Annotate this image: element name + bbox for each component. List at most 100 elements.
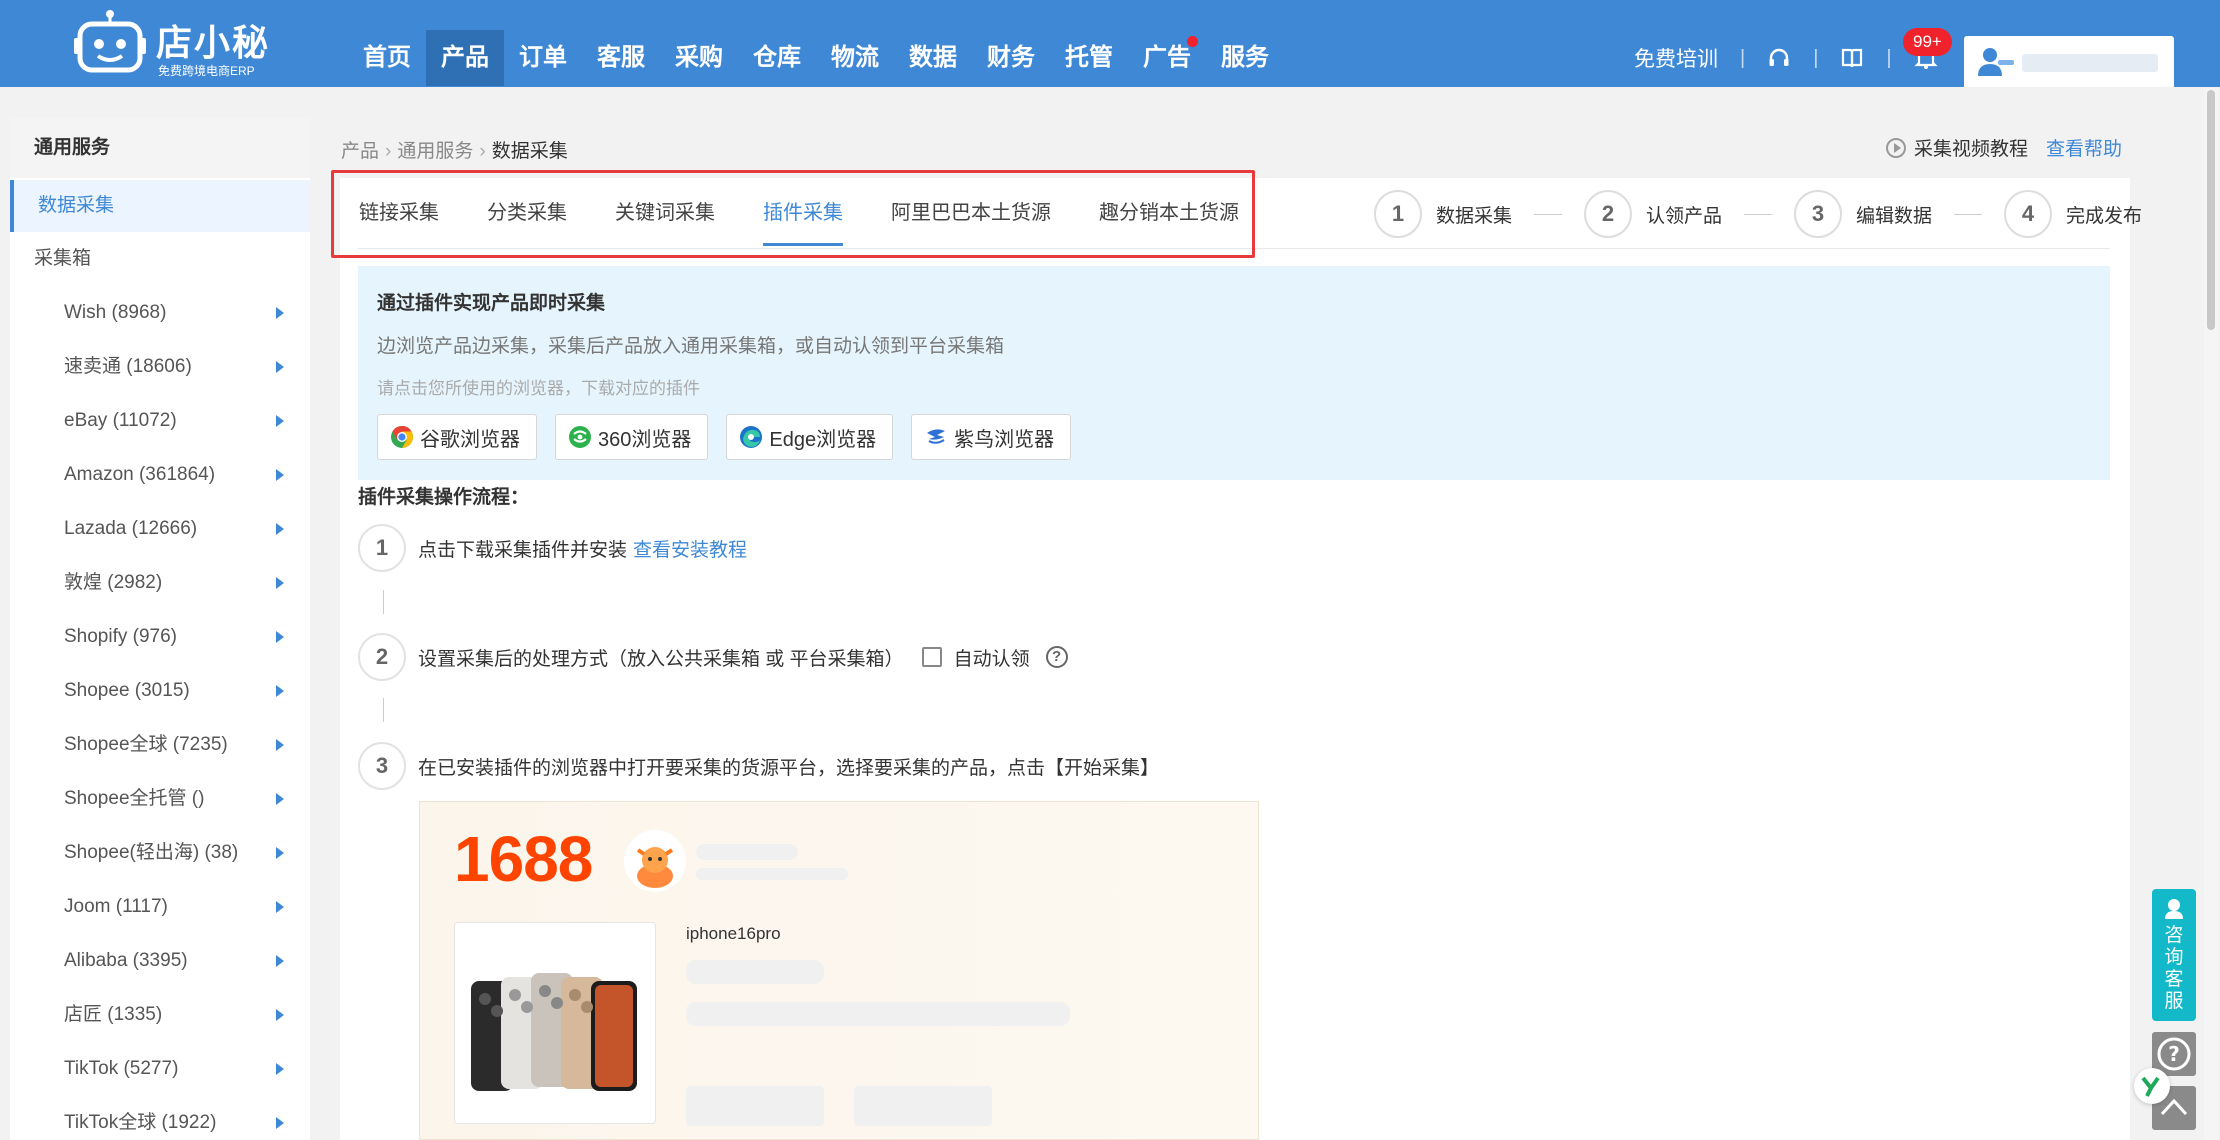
tab-keyword-collection[interactable]: 关键词采集 (615, 186, 715, 246)
step-number: 1 (358, 524, 406, 572)
sidebar-item-dhgate[interactable]: 敦煌 (2982) (10, 556, 310, 610)
sidebar-item-label: Joom (1117) (64, 896, 168, 917)
sidebar-item-amazon[interactable]: Amazon (361864) (10, 448, 310, 502)
caret-right-icon (276, 793, 284, 805)
nav-home[interactable]: 首页 (348, 30, 426, 86)
sidebar-item-label: TikTok全球 (1922) (64, 1112, 217, 1133)
brand-subtitle: 免费跨境电商ERP (158, 64, 255, 78)
nav-services[interactable]: 服务 (1206, 30, 1284, 86)
nav-customer-service[interactable]: 客服 (582, 30, 660, 86)
nav-data[interactable]: 数据 (894, 30, 972, 86)
tab-link-collection[interactable]: 链接采集 (359, 186, 439, 246)
sidebar-item-joom[interactable]: Joom (1117) (10, 880, 310, 934)
sidebar-item-shopify[interactable]: Shopify (976) (10, 610, 310, 664)
sidebar-group-collection-box[interactable]: 采集箱 (10, 232, 310, 286)
nav-finance[interactable]: 财务 (972, 30, 1050, 86)
step-label: 编辑数据 (1856, 205, 1933, 227)
edge-download-button[interactable]: Edge浏览器 (726, 414, 894, 460)
agent-icon (2165, 899, 2183, 919)
sidebar-item-lazada[interactable]: Lazada (12666) (10, 502, 310, 556)
sidebar-item-shopee-managed[interactable]: Shopee全托管 () (10, 772, 310, 826)
sidebar-item-data-collection[interactable]: 数据采集 (10, 180, 310, 232)
breadcrumb-general-services[interactable]: 通用服务 (397, 141, 473, 162)
username-redacted (2022, 54, 2158, 72)
sidebar-item-shopee-global[interactable]: Shopee全球 (7235) (10, 718, 310, 772)
tab-alibaba-local-source[interactable]: 阿里巴巴本土货源 (891, 186, 1051, 246)
tab-plugin-collection[interactable]: 插件采集 (763, 186, 843, 246)
360-download-button[interactable]: 360浏览器 (555, 414, 709, 460)
skeleton-bar (686, 1086, 824, 1126)
sidebar-item-ebay[interactable]: eBay (11072) (10, 394, 310, 448)
sidebar-item-label: 店匠 (1335) (64, 1004, 163, 1025)
breadcrumb-products[interactable]: 产品 (341, 141, 379, 162)
flow-step-text: 在已安装插件的浏览器中打开要采集的货源平台，选择要采集的产品，点击【开始采集】 (418, 757, 1160, 779)
video-tutorial-link[interactable]: 采集视频教程 (1914, 134, 2028, 161)
sidebar-item-aliexpress[interactable]: 速卖通 (18606) (10, 340, 310, 394)
step-label: 认领产品 (1646, 205, 1723, 227)
install-tutorial-link[interactable]: 查看安装教程 (633, 535, 747, 562)
auto-claim-checkbox[interactable] (921, 647, 942, 667)
step-connector (1954, 213, 1983, 215)
caret-right-icon (276, 901, 284, 913)
auto-claim-label[interactable]: 自动认领 (954, 644, 1030, 671)
phone-product-icon (471, 973, 637, 1091)
nav-products[interactable]: 产品 (426, 30, 504, 86)
sidebar-item-label: Amazon (361864) (64, 464, 216, 485)
ziniao-download-button[interactable]: 紫鸟浏览器 (911, 414, 1072, 460)
flow-step-3: 3 在已安装插件的浏览器中打开要采集的货源平台，选择要采集的产品，点击【开始采集… (358, 742, 1159, 790)
step-number: 3 (1794, 190, 1843, 238)
sidebar-item-shopee[interactable]: Shopee (3015) (10, 664, 310, 718)
sidebar-item-label: 敦煌 (2982) (64, 572, 163, 593)
sidebar-item-tiktok[interactable]: TikTok (5277) (10, 1042, 310, 1096)
sidebar-item-shopee-light[interactable]: Shopee(轻出海) (38) (10, 826, 310, 880)
chrome-icon (391, 426, 413, 448)
step-number: 2 (1584, 190, 1633, 238)
assistant-y-icon (2141, 1076, 2160, 1097)
sidebar-item-shoplazza[interactable]: 店匠 (1335) (10, 988, 310, 1042)
top-right-tools: 免费培训 | | | (1634, 34, 1938, 82)
sidebar-item-label: eBay (11072) (64, 410, 177, 431)
flow-title: 插件采集操作流程： (358, 487, 530, 508)
step-connector (1534, 213, 1563, 215)
divider: | (1813, 46, 1819, 69)
skeleton-bar (686, 1002, 1070, 1026)
tab-qufenxiao-local-source[interactable]: 趣分销本土货源 (1099, 186, 1239, 246)
ziniao-browser-icon (927, 429, 946, 444)
book-icon[interactable] (1840, 46, 1864, 70)
sidebar-item-alibaba[interactable]: Alibaba (3395) (10, 934, 310, 988)
question-circle-icon[interactable]: ? (1045, 646, 1068, 668)
sidebar-item-wish[interactable]: Wish (8968) (10, 286, 310, 340)
view-help-link[interactable]: 查看帮助 (2046, 134, 2122, 161)
help-links: 采集视频教程 查看帮助 (1886, 134, 2122, 161)
nav-purchasing[interactable]: 采购 (660, 30, 738, 86)
caret-right-icon (276, 307, 284, 319)
scrollbar-thumb[interactable] (2207, 90, 2215, 330)
info-hint: 请点击您所使用的浏览器，下载对应的插件 (377, 379, 700, 398)
caret-right-icon (276, 415, 284, 427)
step-label: 数据采集 (1436, 205, 1513, 227)
nav-ads[interactable]: 广告 (1128, 30, 1206, 86)
nav-logistics[interactable]: 物流 (816, 30, 894, 86)
browser-label: 谷歌浏览器 (420, 428, 520, 451)
free-training-link[interactable]: 免费培训 (1634, 43, 1718, 73)
headset-icon[interactable] (1767, 46, 1791, 70)
consult-service-button[interactable]: 咨询客服 (2152, 889, 2196, 1021)
user-menu[interactable] (1964, 36, 2174, 87)
divider: | (1740, 46, 1746, 69)
robot-logo-icon (74, 10, 146, 73)
brand-logo[interactable]: 店小秘 免费跨境电商ERP (74, 8, 274, 80)
tab-category-collection[interactable]: 分类采集 (487, 186, 567, 246)
caret-right-icon (276, 361, 284, 373)
process-steps: 1 数据采集 2 认领产品 3 编辑数据 4 完成发布 (1374, 190, 2142, 238)
step-number: 4 (2004, 190, 2053, 238)
chrome-download-button[interactable]: 谷歌浏览器 (377, 414, 537, 460)
nav-orders[interactable]: 订单 (504, 30, 582, 86)
nav-hosting[interactable]: 托管 (1050, 30, 1128, 86)
demo-illustration: 1688 iphone16pro (419, 801, 1259, 1140)
flow-step-text: 点击下载采集插件并安装 (418, 539, 628, 561)
skeleton-bar (854, 1086, 992, 1126)
nav-warehouse[interactable]: 仓库 (738, 30, 816, 86)
sidebar-item-tiktok-global[interactable]: TikTok全球 (1922) (10, 1096, 310, 1140)
assistant-logo-button[interactable] (2134, 1068, 2170, 1104)
sidebar-item-label: Shopee全球 (7235) (64, 734, 228, 755)
